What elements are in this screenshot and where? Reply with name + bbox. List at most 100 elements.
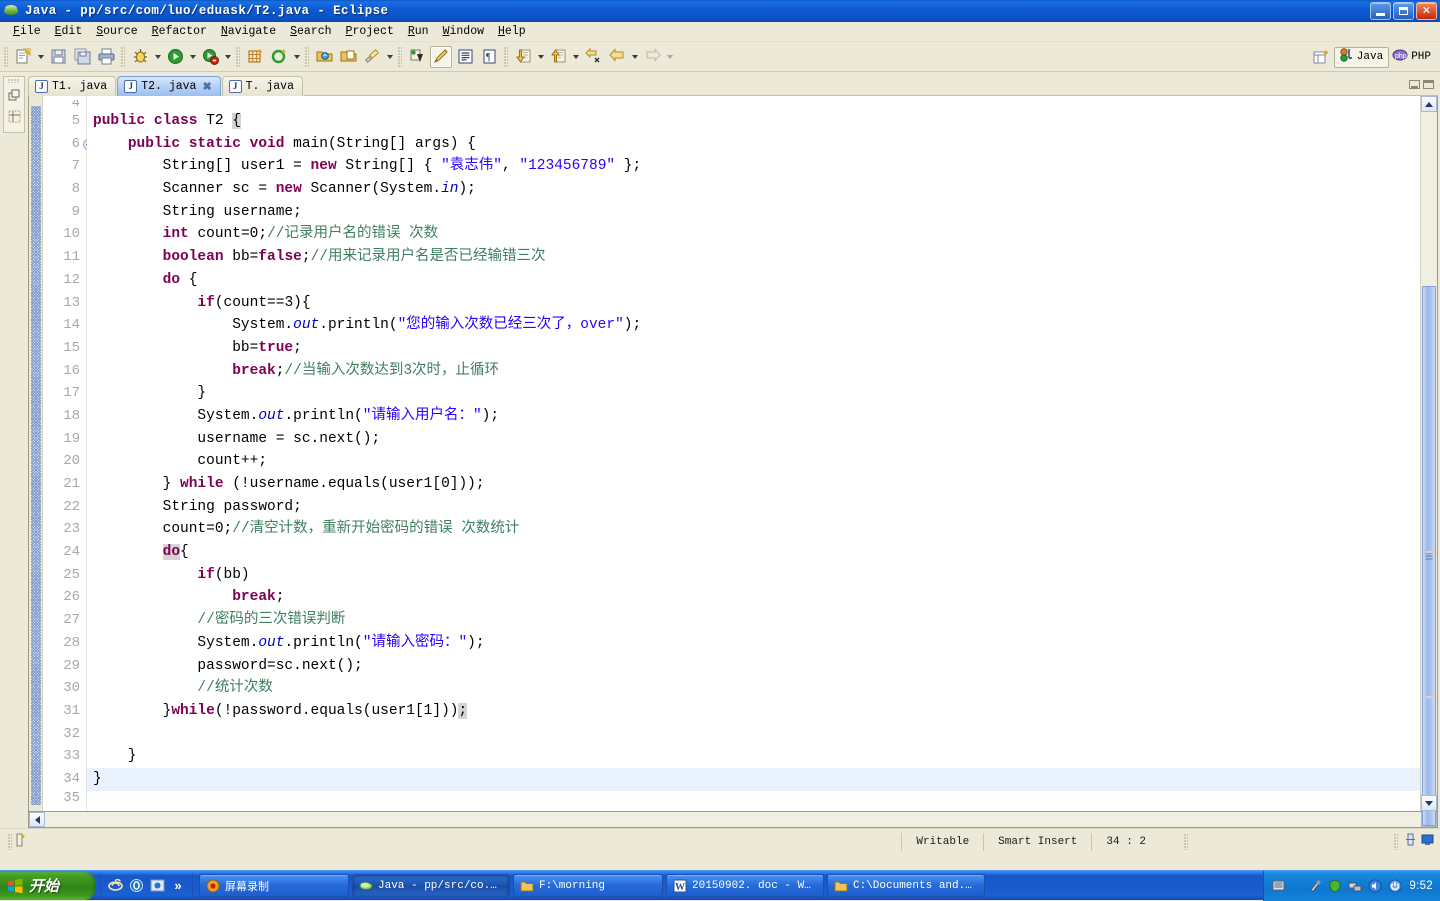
code-line[interactable]: } (87, 768, 1420, 791)
code-line[interactable]: String password; (87, 496, 1420, 519)
taskbar-button[interactable]: F:\morning (513, 874, 663, 897)
new-icon[interactable] (12, 46, 34, 68)
start-button[interactable]: 开始 (0, 872, 96, 900)
menu-help[interactable]: Help (491, 23, 533, 40)
code-line[interactable]: public class T2 { (87, 110, 1420, 133)
new-java-project-icon[interactable] (244, 46, 266, 68)
code-line[interactable]: break; (87, 586, 1420, 609)
block-selection-icon[interactable]: ¶ (478, 46, 500, 68)
network-icon[interactable] (1347, 878, 1362, 893)
last-edit-location-icon[interactable] (582, 46, 604, 68)
menu-search[interactable]: Search (283, 23, 338, 40)
code-line[interactable]: Scanner sc = new Scanner(System.in); (87, 178, 1420, 201)
menu-run[interactable]: Run (401, 23, 436, 40)
code-line[interactable]: } (87, 382, 1420, 405)
code-line[interactable]: String[] user1 = new String[] { "袁志伟", "… (87, 155, 1420, 178)
code-line[interactable]: //统计次数 (87, 677, 1420, 700)
code-line[interactable]: } while (!username.equals(user1[0])); (87, 473, 1420, 496)
perspective-php[interactable]: php PHP (1389, 47, 1436, 68)
next-annotation-icon[interactable] (406, 46, 428, 68)
code-line[interactable]: System.out.println("请输入用户名："); (87, 405, 1420, 428)
maximize-editor-icon[interactable] (1423, 80, 1434, 89)
taskbar-button[interactable]: W20150902. doc - W... (666, 874, 824, 897)
new-class-icon[interactable] (268, 46, 290, 68)
annotation-ruler[interactable] (29, 96, 43, 811)
search-dropdown-icon[interactable] (384, 46, 395, 68)
code-line[interactable]: count=0;//清空计数，重新开始密码的错误 次数统计 (87, 518, 1420, 541)
code-line[interactable]: System.out.println("请输入密码："); (87, 632, 1420, 655)
code-line[interactable]: do { (87, 269, 1420, 292)
minimize-button[interactable] (1370, 2, 1391, 20)
save-all-icon[interactable] (71, 46, 93, 68)
restore-view-icon[interactable] (5, 86, 23, 104)
taskbar-button[interactable]: 屏幕录制 (199, 874, 349, 897)
back-icon[interactable] (606, 46, 628, 68)
editor-tab-2[interactable]: JT. java (222, 76, 303, 96)
save-icon[interactable] (47, 46, 69, 68)
code-line[interactable]: }while(!password.equals(user1[1])); (87, 700, 1420, 723)
power-icon[interactable] (1387, 878, 1402, 893)
previous-annotation-up-icon[interactable] (547, 46, 569, 68)
forward-icon[interactable] (641, 46, 663, 68)
code-line[interactable]: public static void main(String[] args) { (87, 133, 1420, 156)
scroll-thumb[interactable] (1422, 286, 1436, 826)
taskbar-button[interactable]: C:\Documents and... (827, 874, 985, 897)
menu-edit[interactable]: Edit (48, 23, 90, 40)
horizontal-scroll-track[interactable] (45, 812, 1421, 827)
open-perspective-icon[interactable] (1311, 46, 1333, 68)
print-icon[interactable] (95, 46, 117, 68)
debug-dropdown-icon[interactable] (152, 46, 163, 68)
fast-view-grip[interactable] (8, 79, 20, 83)
search-icon[interactable] (361, 46, 383, 68)
code-line[interactable]: if(count==3){ (87, 292, 1420, 315)
taskbar-button[interactable]: Java - pp/src/co... (352, 874, 510, 897)
scroll-up-button[interactable] (1421, 96, 1437, 112)
toolbar-grip[interactable] (4, 47, 8, 67)
menu-window[interactable]: Window (436, 23, 491, 40)
run-external-tools-icon[interactable] (199, 46, 221, 68)
code-line[interactable]: do{ (87, 541, 1420, 564)
code-line[interactable]: boolean bb=false;//用来记录用户名是否已经输错三次 (87, 246, 1420, 269)
show-whitespace-icon[interactable] (454, 46, 476, 68)
debug-icon[interactable] (129, 46, 151, 68)
code-line[interactable]: String username; (87, 201, 1420, 224)
menu-source[interactable]: Source (89, 23, 144, 40)
scroll-down-button[interactable] (1421, 795, 1437, 811)
menu-refactor[interactable]: Refactor (145, 23, 214, 40)
run-dropdown-icon[interactable] (187, 46, 198, 68)
restore-button[interactable] (1393, 2, 1414, 20)
input-method-icon[interactable] (1307, 878, 1322, 893)
taskbar-clock[interactable]: 9:52 (1409, 880, 1433, 892)
link-editor-icon[interactable] (1404, 833, 1417, 850)
code-line[interactable]: System.out.println("您的输入次数已经三次了，over"); (87, 314, 1420, 337)
code-line[interactable]: if(bb) (87, 564, 1420, 587)
keyboard-icon[interactable] (1271, 878, 1286, 893)
pencil-icon[interactable] (430, 46, 452, 68)
new-dropdown-icon[interactable] (35, 46, 46, 68)
editor-tab-0[interactable]: JT1. java (28, 76, 116, 96)
editor-tab-1[interactable]: JT2. java✖ (117, 76, 220, 96)
perspective-java[interactable]: Java (1334, 47, 1389, 68)
code-line[interactable]: //密码的三次错误判断 (87, 609, 1420, 632)
minimize-editor-icon[interactable] (1409, 80, 1420, 89)
next-annotation-down-icon[interactable] (512, 46, 534, 68)
source-code-viewer[interactable]: public class T2 { public static void mai… (87, 96, 1420, 811)
code-line[interactable]: count++; (87, 450, 1420, 473)
sound-icon[interactable] (1367, 878, 1382, 893)
code-line[interactable]: bb=true; (87, 337, 1420, 360)
shield-icon[interactable] (1327, 878, 1342, 893)
editor-vertical-scrollbar[interactable] (1420, 96, 1437, 811)
close-button[interactable]: ✕ (1416, 2, 1437, 20)
run-external-dropdown-icon[interactable] (222, 46, 233, 68)
package-explorer-icon[interactable] (5, 107, 23, 125)
code-line[interactable]: int count=0;//记录用户名的错误 次数 (87, 223, 1420, 246)
scroll-left-button[interactable] (29, 812, 45, 827)
fast-view-stack[interactable] (3, 76, 25, 133)
close-icon[interactable]: ✖ (202, 80, 211, 94)
previous-annotation-dropdown-icon[interactable] (570, 46, 581, 68)
open-task-icon[interactable] (337, 46, 359, 68)
outlook-icon[interactable] (128, 878, 144, 894)
code-line[interactable]: password=sc.next(); (87, 655, 1420, 678)
editor-horizontal-scrollbar[interactable] (28, 812, 1438, 828)
forward-dropdown-icon[interactable] (664, 46, 675, 68)
